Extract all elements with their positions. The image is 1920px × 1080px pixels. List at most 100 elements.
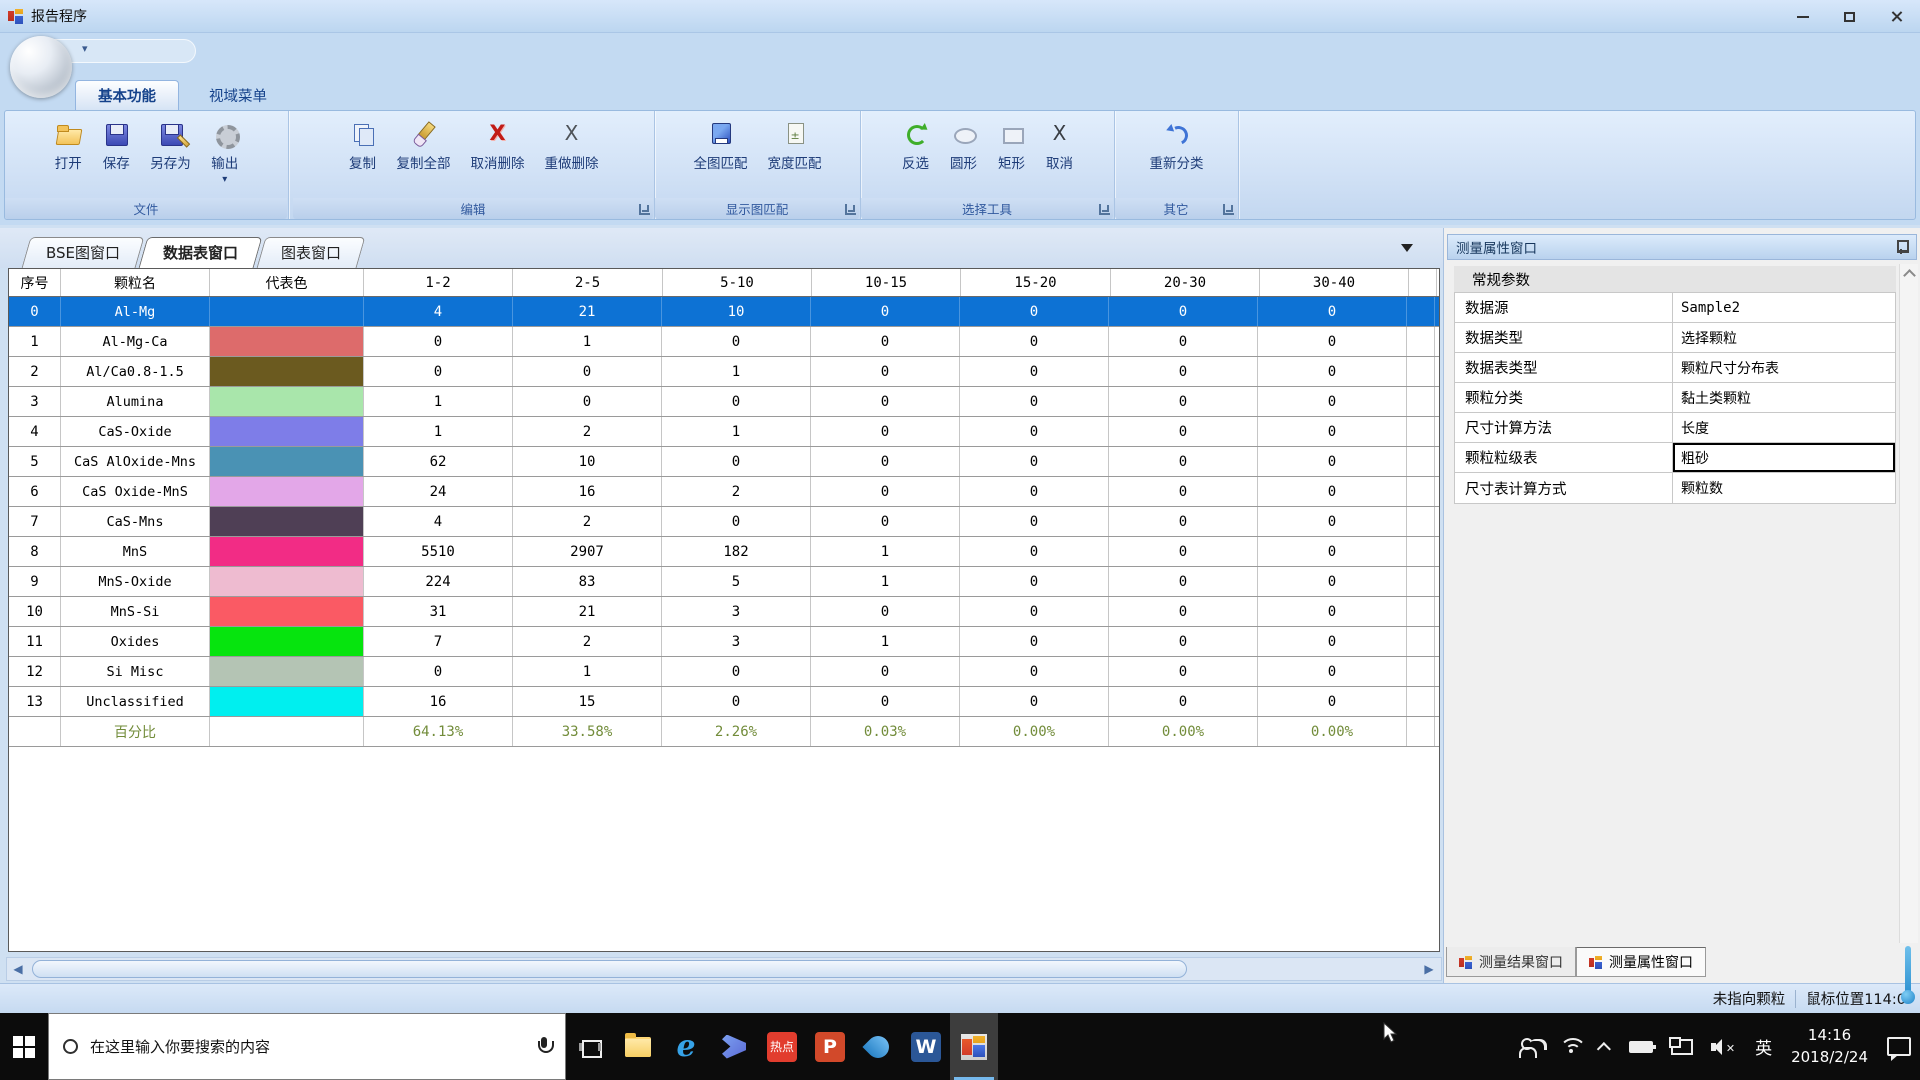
table-row[interactable]: 1Al-Mg-Ca0100000 [9, 327, 1439, 357]
visual-studio-taskbar-button[interactable] [710, 1013, 758, 1080]
table-row[interactable]: 5CaS AlOxide-Mns621000000 [9, 447, 1439, 477]
copy-button[interactable]: 复制 [340, 117, 386, 176]
table-row[interactable]: 12Si Misc0100000 [9, 657, 1439, 687]
scroll-up-icon[interactable] [1902, 266, 1916, 280]
action-center-button[interactable] [1878, 1013, 1920, 1080]
taskbar-search-input[interactable]: 在这里输入你要搜索的内容 [48, 1013, 566, 1080]
cancel-select-button[interactable]: 取消 [1037, 117, 1083, 176]
column-header: 代表色 [210, 269, 364, 296]
close-button[interactable] [1873, 0, 1920, 33]
property-value[interactable]: 选择颗粒 [1673, 323, 1895, 352]
button-label: 打开 [55, 152, 82, 172]
powerpoint-taskbar-button[interactable]: P [806, 1013, 854, 1080]
people-button[interactable] [1510, 1013, 1550, 1080]
pin-icon[interactable] [1896, 240, 1906, 254]
value-cell: 0 [1109, 327, 1258, 356]
tab-measure-properties-window[interactable]: 测量属性窗口 [1576, 947, 1706, 977]
fit-full-button[interactable]: 全图匹配 [685, 117, 757, 176]
invert-select-button[interactable]: 反选 [893, 117, 939, 176]
scroll-right-icon[interactable]: ▶ [1418, 958, 1440, 980]
property-value[interactable]: Sample2 [1673, 293, 1895, 322]
minimize-button[interactable] [1779, 0, 1826, 33]
application-orb-button[interactable] [10, 36, 72, 98]
clipped-cell [1407, 717, 1435, 746]
dialog-launcher-icon[interactable] [1223, 204, 1234, 215]
ribbon-tab-view[interactable]: 视域菜单 [187, 80, 289, 110]
value-cell: 4 [364, 507, 513, 536]
pen-app-taskbar-button[interactable] [854, 1013, 902, 1080]
table-row[interactable]: 2Al/Ca0.8-1.50010000 [9, 357, 1439, 387]
open-button[interactable]: 打开 [45, 117, 91, 176]
horizontal-scrollbar[interactable]: ◀ ▶ [6, 957, 1442, 981]
value-cell: 0 [1109, 357, 1258, 386]
property-value[interactable]: 长度 [1673, 413, 1895, 442]
dialog-launcher-icon[interactable] [1099, 204, 1110, 215]
start-button[interactable] [0, 1013, 48, 1080]
value-cell: 0 [1258, 567, 1407, 596]
table-row[interactable]: 9MnS-Oxide2248351000 [9, 567, 1439, 597]
value-cell: 0 [811, 387, 960, 416]
tray-expand-button[interactable] [1592, 1013, 1620, 1080]
property-value[interactable]: 颗粒尺寸分布表 [1673, 353, 1895, 382]
row-index-cell: 7 [9, 507, 61, 536]
copy-icon [349, 121, 377, 147]
scrollbar-thumb[interactable] [32, 960, 1187, 978]
table-row[interactable]: 10MnS-Si312130000 [9, 597, 1439, 627]
wifi-button[interactable] [1550, 1013, 1592, 1080]
circle-tool-button[interactable]: 圆形 [941, 117, 987, 176]
table-row[interactable]: 0Al-Mg421100000 [9, 297, 1439, 327]
table-row[interactable]: 6CaS Oxide-MnS241620000 [9, 477, 1439, 507]
clipped-cell [1407, 567, 1435, 596]
display-button[interactable] [1662, 1013, 1702, 1080]
scroll-left-icon[interactable]: ◀ [7, 958, 29, 980]
percent-row[interactable]: 百分比64.13%33.58%2.26%0.03%0.00%0.00%0.00% [9, 717, 1439, 747]
volume-button[interactable]: ✕ [1702, 1013, 1746, 1080]
dialog-launcher-icon[interactable] [639, 204, 650, 215]
file-explorer-taskbar-button[interactable] [614, 1013, 662, 1080]
save-button[interactable]: 保存 [93, 117, 139, 176]
value-cell: 0 [960, 297, 1109, 326]
tab-chart-window[interactable]: 图表窗口 [261, 237, 361, 268]
table-row[interactable]: 11Oxides7231000 [9, 627, 1439, 657]
table-row[interactable]: 13Unclassified161500000 [9, 687, 1439, 717]
rect-tool-button[interactable]: 矩形 [989, 117, 1035, 176]
tab-measure-results-window[interactable]: 测量结果窗口 [1446, 947, 1576, 977]
microphone-icon[interactable] [537, 1037, 551, 1057]
tab-list-dropdown-icon[interactable] [1401, 244, 1413, 252]
panel-vertical-scrollbar[interactable] [1899, 264, 1918, 943]
clipped-cell [1407, 597, 1435, 626]
tab-data-table-window[interactable]: 数据表窗口 [143, 237, 258, 268]
maximize-button[interactable] [1826, 0, 1873, 33]
battery-button[interactable] [1620, 1013, 1662, 1080]
color-swatch-cell [210, 447, 364, 476]
table-row[interactable]: 8MnS551029071821000 [9, 537, 1439, 567]
hotspot-taskbar-button[interactable]: 热点 [758, 1013, 806, 1080]
qat-dropdown-icon[interactable]: ▾ [82, 42, 88, 55]
table-row[interactable]: 4CaS-Oxide1210000 [9, 417, 1439, 447]
edge-taskbar-button[interactable]: e [662, 1013, 710, 1080]
row-index-cell: 4 [9, 417, 61, 446]
language-indicator[interactable]: 英 [1746, 1013, 1781, 1080]
table-row[interactable]: 7CaS-Mns4200000 [9, 507, 1439, 537]
property-value[interactable]: 黏土类颗粒 [1673, 383, 1895, 412]
taskbar-clock[interactable]: 14:16 2018/2/24 [1781, 1025, 1878, 1069]
task-view-button[interactable] [566, 1013, 614, 1080]
ribbon-tab-basic[interactable]: 基本功能 [75, 80, 179, 110]
particle-data-table[interactable]: 序号颗粒名代表色1-22-55-1010-1515-2020-3030-400A… [8, 268, 1440, 952]
copy-all-button[interactable]: 复制全部 [388, 117, 460, 176]
export-button[interactable]: 输出▾ [202, 117, 248, 189]
tab-bse-window[interactable]: BSE图窗口 [26, 237, 140, 268]
table-header-row[interactable]: 序号颗粒名代表色1-22-55-1010-1515-2020-3030-40 [9, 269, 1439, 297]
dropdown-arrow-icon: ▾ [222, 174, 227, 185]
dialog-launcher-icon[interactable] [845, 204, 856, 215]
report-app-taskbar-button[interactable] [950, 1013, 998, 1080]
property-value[interactable]: 粗砂 [1673, 443, 1895, 472]
save-as-button[interactable]: 另存为 [141, 117, 200, 176]
table-row[interactable]: 3Alumina1000000 [9, 387, 1439, 417]
fit-width-button[interactable]: 宽度匹配 [759, 117, 831, 176]
word-taskbar-button[interactable]: W [902, 1013, 950, 1080]
undo-delete-button[interactable]: 取消删除 [462, 117, 534, 176]
property-value[interactable]: 颗粒数 [1673, 473, 1895, 503]
redo-delete-button[interactable]: 重做删除 [536, 117, 608, 176]
reclassify-button[interactable]: 重新分类 [1141, 117, 1213, 176]
